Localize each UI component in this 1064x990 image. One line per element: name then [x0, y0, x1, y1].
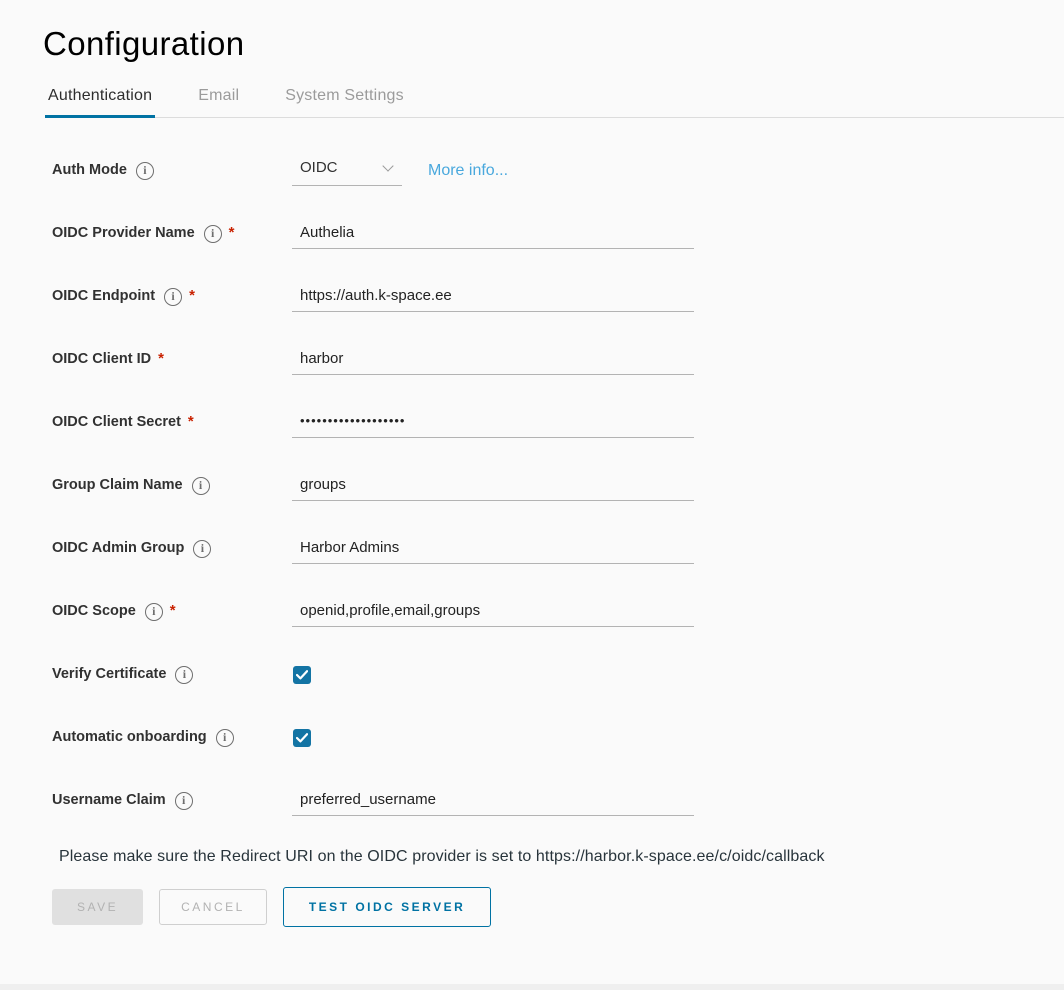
username-claim-control	[292, 786, 694, 816]
required-marker: *	[188, 413, 194, 430]
label-text: Verify Certificate	[52, 666, 166, 683]
label-text: OIDC Client Secret	[52, 414, 181, 431]
verify-certificate-checkbox[interactable]	[293, 666, 311, 684]
more-info-link[interactable]: More info...	[428, 162, 508, 180]
automatic-onboarding-control	[292, 729, 311, 747]
oidc-scope-input[interactable]	[292, 597, 694, 627]
oidc-provider-name-input[interactable]	[292, 219, 694, 249]
label-text: OIDC Client ID	[52, 351, 151, 368]
oidc-endpoint-control	[292, 282, 694, 312]
oidc-scope-control	[292, 597, 694, 627]
redirect-uri-note: Please make sure the Redirect URI on the…	[59, 848, 1064, 866]
form-row-oidc-scope: OIDC Scope i *	[52, 580, 1064, 643]
group-claim-name-input[interactable]	[292, 471, 694, 501]
label-text: Group Claim Name	[52, 477, 183, 494]
field-label-oidc-client-id: OIDC Client ID *	[52, 351, 292, 368]
field-label-oidc-endpoint: OIDC Endpoint i *	[52, 288, 292, 306]
label-text: Automatic onboarding	[52, 729, 207, 746]
form-row-verify-certificate: Verify Certificate i	[52, 643, 1064, 706]
verify-certificate-control	[292, 666, 311, 684]
oidc-client-secret-input[interactable]	[292, 408, 694, 438]
label-text: OIDC Scope	[52, 603, 136, 620]
form-row-oidc-admin-group: OIDC Admin Group i	[52, 517, 1064, 580]
form-row-oidc-endpoint: OIDC Endpoint i *	[52, 265, 1064, 328]
test-oidc-server-button[interactable]: TEST OIDC SERVER	[283, 887, 491, 927]
info-icon[interactable]: i	[192, 477, 210, 495]
username-claim-input[interactable]	[292, 786, 694, 816]
action-bar: SAVE CANCEL TEST OIDC SERVER	[52, 887, 1064, 927]
oidc-endpoint-input[interactable]	[292, 282, 694, 312]
automatic-onboarding-checkbox[interactable]	[293, 729, 311, 747]
oidc-client-id-input[interactable]	[292, 345, 694, 375]
auth-config-form: Auth Mode i OIDC More info... OIDC Provi…	[45, 139, 1064, 927]
field-label-oidc-provider-name: OIDC Provider Name i *	[52, 225, 292, 243]
form-row-auth-mode: Auth Mode i OIDC More info...	[52, 139, 1064, 202]
oidc-provider-name-control	[292, 219, 694, 249]
form-row-automatic-onboarding: Automatic onboarding i	[52, 706, 1064, 769]
auth-mode-select[interactable]: OIDC	[292, 156, 402, 186]
tab-email[interactable]: Email	[195, 81, 242, 117]
label-text: Username Claim	[52, 792, 166, 809]
tab-authentication[interactable]: Authentication	[45, 81, 155, 117]
info-icon[interactable]: i	[175, 666, 193, 684]
required-marker: *	[170, 602, 176, 619]
form-row-oidc-client-id: OIDC Client ID *	[52, 328, 1064, 391]
oidc-client-id-control	[292, 345, 694, 375]
field-label-automatic-onboarding: Automatic onboarding i	[52, 729, 292, 747]
form-row-oidc-provider-name: OIDC Provider Name i *	[52, 202, 1064, 265]
oidc-admin-group-input[interactable]	[292, 534, 694, 564]
form-row-oidc-client-secret: OIDC Client Secret *	[52, 391, 1064, 454]
required-marker: *	[229, 224, 235, 241]
chevron-down-icon	[382, 160, 393, 171]
info-icon[interactable]: i	[175, 792, 193, 810]
info-icon[interactable]: i	[216, 729, 234, 747]
tab-bar: Authentication Email System Settings	[45, 81, 1064, 118]
page-title: Configuration	[43, 25, 1064, 63]
field-label-group-claim-name: Group Claim Name i	[52, 477, 292, 495]
configuration-page: Configuration Authentication Email Syste…	[0, 25, 1064, 927]
cancel-button[interactable]: CANCEL	[159, 889, 267, 925]
info-icon[interactable]: i	[136, 162, 154, 180]
bottom-edge	[0, 984, 1064, 990]
auth-mode-selected-value: OIDC	[300, 159, 338, 176]
label-text: OIDC Admin Group	[52, 540, 184, 557]
field-label-oidc-admin-group: OIDC Admin Group i	[52, 540, 292, 558]
auth-mode-control: OIDC More info...	[292, 156, 508, 186]
form-row-group-claim-name: Group Claim Name i	[52, 454, 1064, 517]
field-label-verify-certificate: Verify Certificate i	[52, 666, 292, 684]
oidc-admin-group-control	[292, 534, 694, 564]
label-text: OIDC Endpoint	[52, 288, 155, 305]
required-marker: *	[158, 350, 164, 367]
form-row-username-claim: Username Claim i	[52, 769, 1064, 832]
oidc-client-secret-control	[292, 408, 694, 438]
checkmark-icon	[296, 733, 308, 743]
label-text: Auth Mode	[52, 162, 127, 179]
field-label-username-claim: Username Claim i	[52, 792, 292, 810]
info-icon[interactable]: i	[193, 540, 211, 558]
field-label-oidc-scope: OIDC Scope i *	[52, 603, 292, 621]
checkmark-icon	[296, 670, 308, 680]
tab-system-settings[interactable]: System Settings	[282, 81, 407, 117]
info-icon[interactable]: i	[204, 225, 222, 243]
info-icon[interactable]: i	[145, 603, 163, 621]
required-marker: *	[189, 287, 195, 304]
info-icon[interactable]: i	[164, 288, 182, 306]
field-label-oidc-client-secret: OIDC Client Secret *	[52, 414, 292, 431]
field-label-auth-mode: Auth Mode i	[52, 162, 292, 180]
label-text: OIDC Provider Name	[52, 225, 195, 242]
group-claim-name-control	[292, 471, 694, 501]
save-button[interactable]: SAVE	[52, 889, 143, 925]
